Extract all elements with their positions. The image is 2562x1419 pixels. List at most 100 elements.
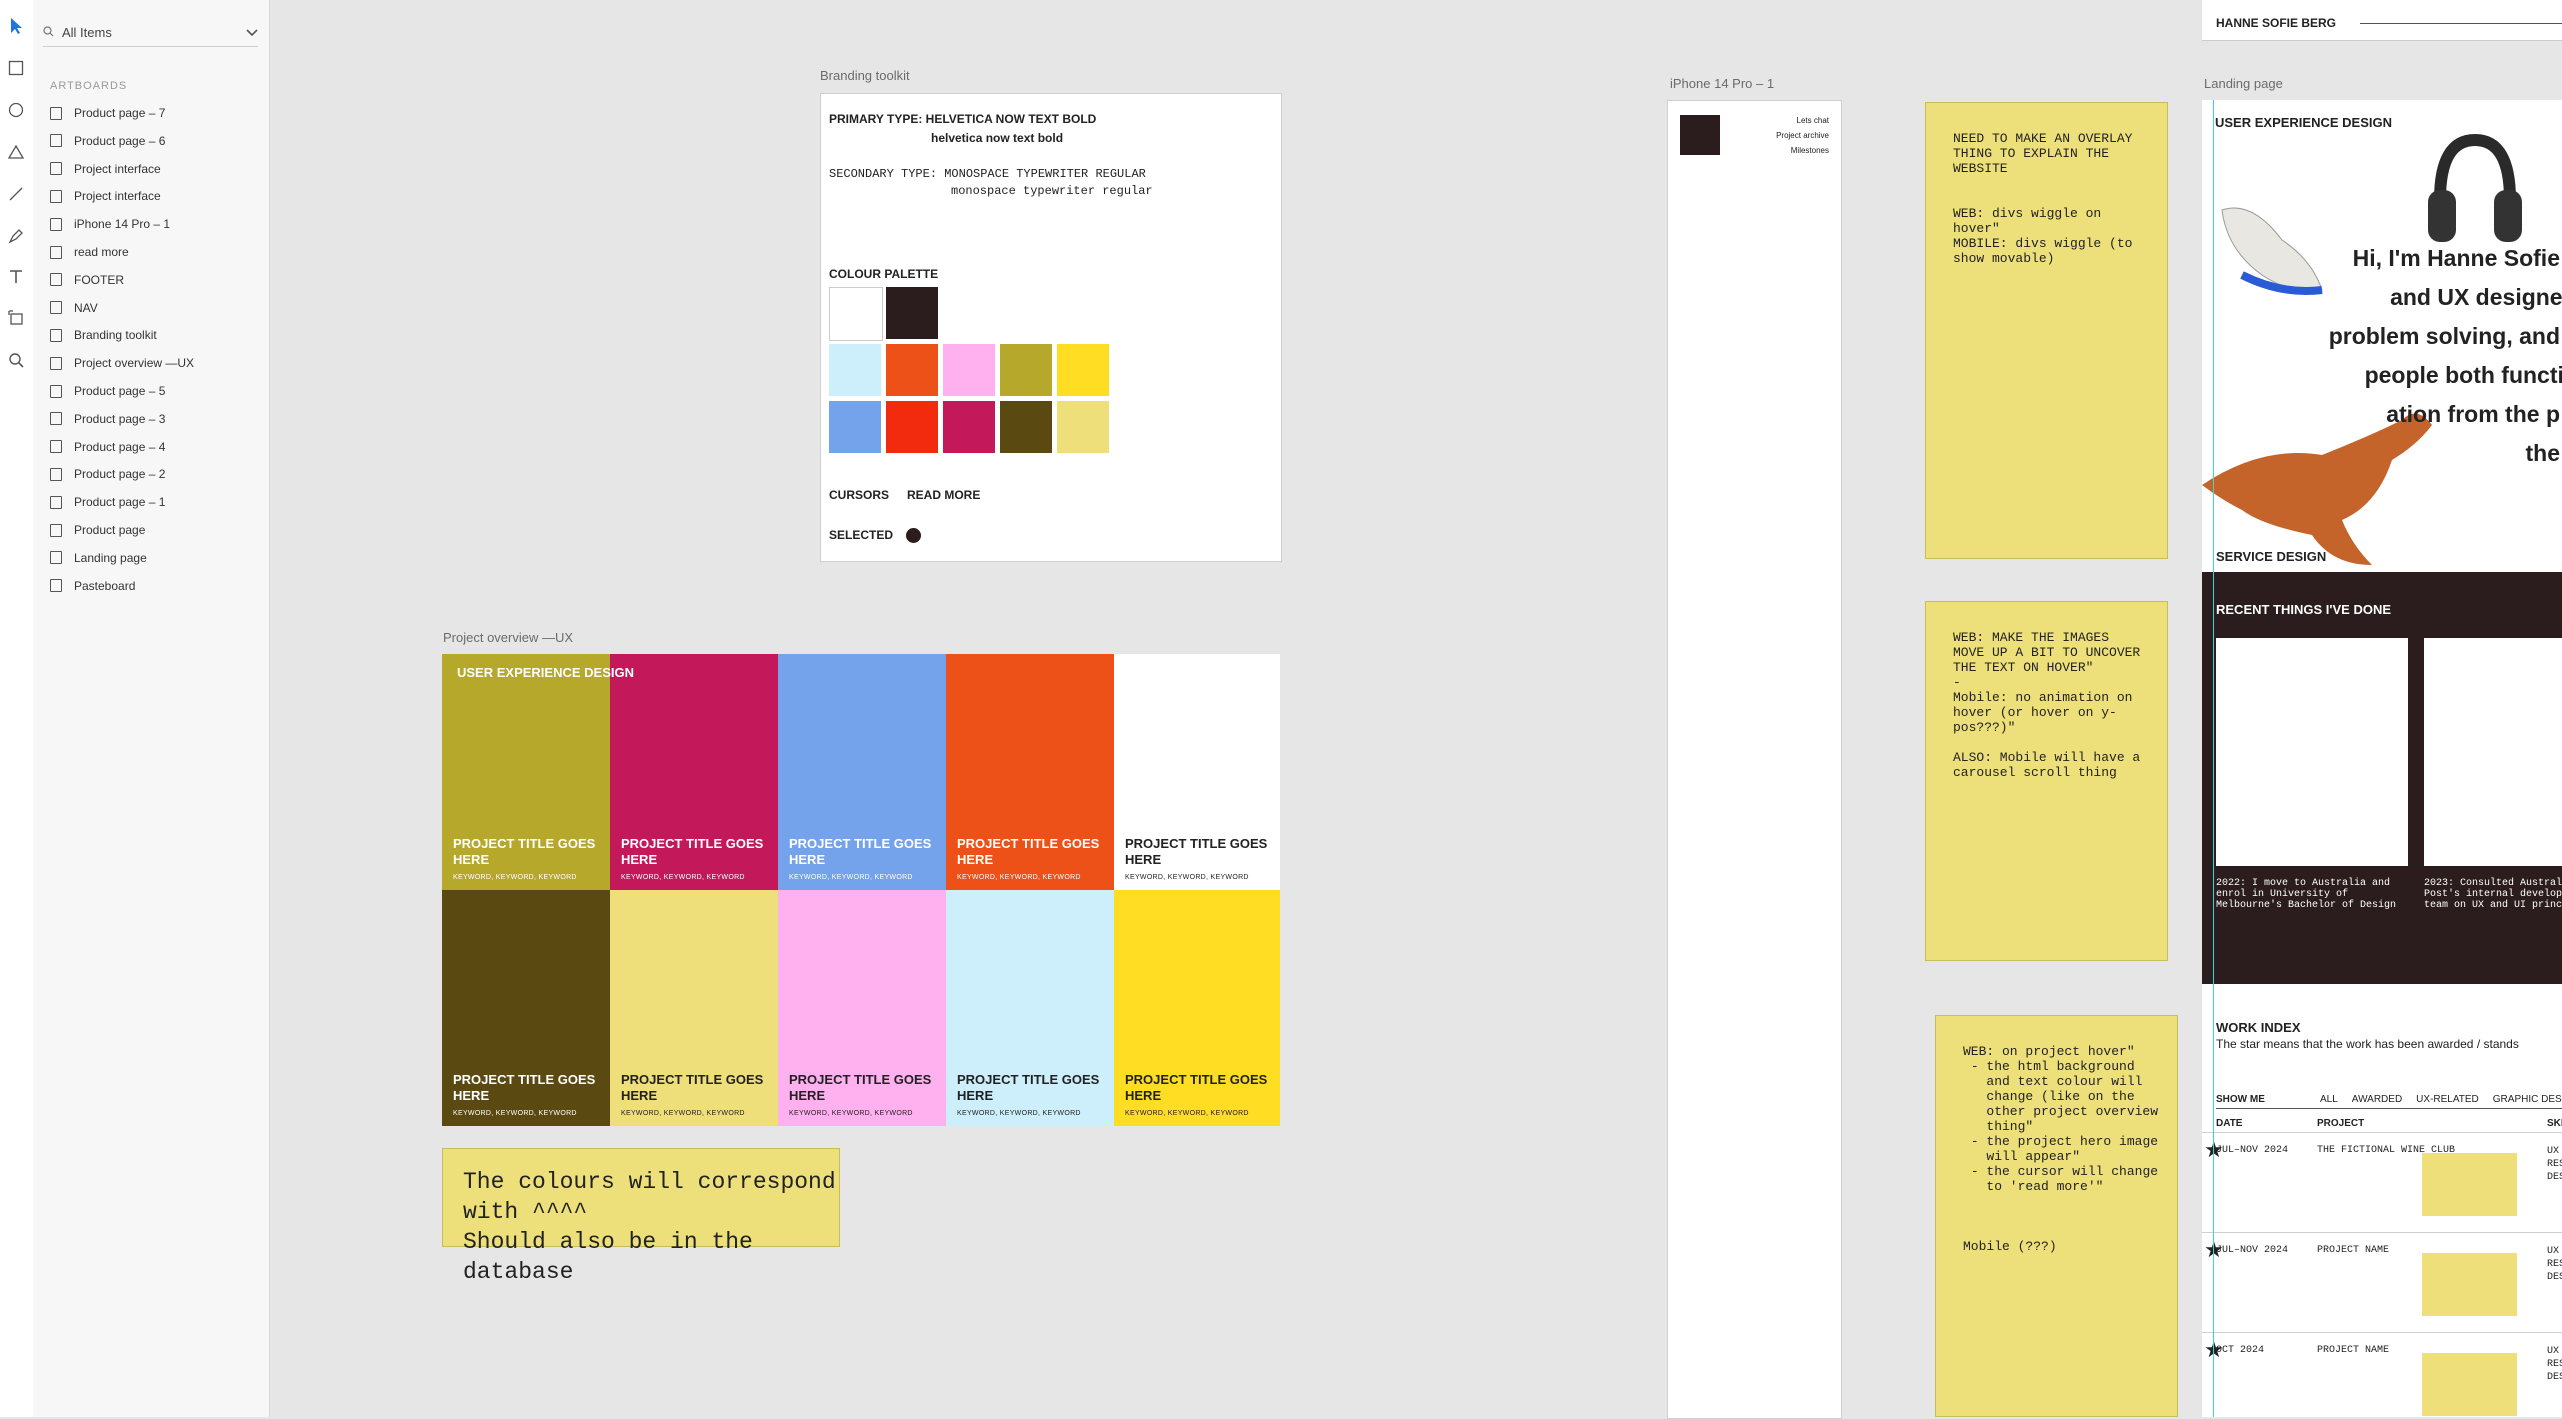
layer-item-label: NAV <box>74 300 98 315</box>
colour-swatch[interactable] <box>829 401 881 453</box>
filter-option[interactable]: GRAPHIC DES <box>2493 1094 2562 1105</box>
artboard-icon <box>50 273 62 287</box>
layer-item[interactable]: Product page <box>50 519 145 541</box>
landing-hero[interactable]: USER EXPERIENCE DESIGN Hi, I'm Hanne Sof… <box>2202 100 2562 572</box>
zoom-icon[interactable] <box>4 348 28 372</box>
project-keywords: KEYWORD, KEYWORD, KEYWORD <box>957 1110 1081 1117</box>
filter-option[interactable]: ALL <box>2320 1094 2338 1105</box>
artboard-icon <box>50 328 62 342</box>
ellipse-icon[interactable] <box>4 98 28 122</box>
search-field[interactable]: All Items <box>43 18 258 47</box>
text-icon[interactable] <box>4 264 28 288</box>
filter-option[interactable]: UX-RELATED <box>2416 1094 2479 1105</box>
project-tile[interactable]: PROJECT TITLE GOES HERE KEYWORD, KEYWORD,… <box>946 890 1114 1126</box>
colour-swatch[interactable] <box>943 401 995 453</box>
chevron-down-icon[interactable] <box>246 25 258 40</box>
triangle-icon[interactable] <box>4 140 28 164</box>
select-icon[interactable] <box>4 14 28 38</box>
layer-item[interactable]: Product page – 5 <box>50 380 165 402</box>
colour-swatch[interactable] <box>829 287 883 341</box>
project-title: PROJECT TITLE GOES HERE <box>1125 836 1268 867</box>
layer-item[interactable]: Product page – 1 <box>50 491 165 513</box>
project-tile[interactable]: PROJECT TITLE GOES HERE KEYWORD, KEYWORD,… <box>442 890 610 1126</box>
artboard-label-iphone[interactable]: iPhone 14 Pro – 1 <box>1670 76 1774 91</box>
recent-item-text: 2023: Consulted Austral Post's internal … <box>2424 878 2562 911</box>
sticky-note-overlay[interactable]: NEED TO MAKE AN OVERLAY THING TO EXPLAIN… <box>1925 102 2168 559</box>
hero-intro-line: Hi, I'm Hanne Sofie <box>2352 245 2560 271</box>
project-keywords: KEYWORD, KEYWORD, KEYWORD <box>789 874 913 881</box>
layer-item[interactable]: NAV <box>50 297 98 319</box>
line-icon[interactable] <box>4 182 28 206</box>
layer-item[interactable]: Branding toolkit <box>50 324 157 346</box>
search-input[interactable]: All Items <box>62 25 246 40</box>
layer-item[interactable]: Landing page <box>50 547 147 569</box>
layer-item-label: FOOTER <box>74 272 124 287</box>
branding-artboard[interactable]: PRIMARY TYPE: HELVETICA NOW TEXT BOLD he… <box>820 93 1282 562</box>
artboard-icon[interactable] <box>4 306 28 330</box>
artboards-heading: ARTBOARDS <box>50 80 128 92</box>
overview-artboard[interactable]: PROJECT TITLE GOES HERE KEYWORD, KEYWORD,… <box>442 654 1280 1126</box>
work-row[interactable]: ★JUL–NOV 2024PROJECT NAMEUX RES DES <box>2202 1232 2562 1329</box>
layer-item[interactable]: Project interface <box>50 185 161 207</box>
layer-item[interactable]: read more <box>50 241 129 263</box>
filter-option[interactable]: AWARDED <box>2352 1094 2402 1105</box>
colour-swatch[interactable] <box>886 344 938 396</box>
artboard-icon <box>50 495 62 509</box>
colour-swatch[interactable] <box>1057 401 1109 453</box>
colour-swatch[interactable] <box>1000 344 1052 396</box>
project-tile[interactable]: PROJECT TITLE GOES HERE KEYWORD, KEYWORD,… <box>610 654 778 890</box>
iphone-nav: Lets chat Project archive Milestones <box>1776 113 1829 158</box>
layer-item-pasteboard[interactable]: Pasteboard <box>50 575 135 597</box>
palette-title: COLOUR PALETTE <box>829 267 939 281</box>
project-tile[interactable]: PROJECT TITLE GOES HERE KEYWORD, KEYWORD,… <box>778 890 946 1126</box>
artboard-label-overview[interactable]: Project overview —UX <box>443 630 573 645</box>
cursors-label: CURSORS <box>829 488 890 502</box>
artboard-label-branding[interactable]: Branding toolkit <box>820 68 910 83</box>
colour-swatch[interactable] <box>886 401 938 453</box>
pen-icon[interactable] <box>4 224 28 248</box>
hero-intro-line: the <box>2525 440 2561 466</box>
project-tile[interactable]: PROJECT TITLE GOES HERE KEYWORD, KEYWORD,… <box>610 890 778 1126</box>
artboard-label-landing[interactable]: Landing page <box>2204 76 2283 91</box>
layer-item[interactable]: Product page – 6 <box>50 130 165 152</box>
work-row[interactable]: ★OCT 2024PROJECT NAMEUX RES DES <box>2202 1332 2562 1417</box>
recent-card-image[interactable] <box>2216 638 2408 866</box>
site-name[interactable]: HANNE SOFIE BERG <box>2216 16 2336 30</box>
project-tile[interactable]: PROJECT TITLE GOES HERE KEYWORD, KEYWORD,… <box>442 654 610 890</box>
layer-item[interactable]: Product page – 2 <box>50 463 165 485</box>
iphone-nav-item[interactable]: Milestones <box>1776 143 1829 158</box>
iphone-nav-item[interactable]: Project archive <box>1776 128 1829 143</box>
layer-item[interactable]: FOOTER <box>50 269 124 291</box>
rectangle-icon[interactable] <box>4 56 28 80</box>
colour-swatch[interactable] <box>886 287 938 339</box>
recent-card-image[interactable] <box>2424 638 2562 866</box>
project-tile[interactable]: PROJECT TITLE GOES HERE KEYWORD, KEYWORD,… <box>1114 654 1280 890</box>
project-keywords: KEYWORD, KEYWORD, KEYWORD <box>621 1110 745 1117</box>
layer-item[interactable]: Product page – 7 <box>50 102 165 124</box>
project-tile[interactable]: PROJECT TITLE GOES HERE KEYWORD, KEYWORD,… <box>946 654 1114 890</box>
layer-item[interactable]: Project overview —UX <box>50 352 194 374</box>
colour-swatch[interactable] <box>829 344 881 396</box>
layer-item[interactable]: iPhone 14 Pro – 1 <box>50 213 170 235</box>
layer-item[interactable]: Product page – 4 <box>50 436 165 458</box>
artboard-icon <box>50 301 62 315</box>
artboard-icon <box>50 189 62 203</box>
colour-swatch[interactable] <box>1000 401 1052 453</box>
iphone-nav-item[interactable]: Lets chat <box>1776 113 1829 128</box>
project-tile[interactable]: PROJECT TITLE GOES HERE KEYWORD, KEYWORD,… <box>778 654 946 890</box>
colour-swatch[interactable] <box>943 344 995 396</box>
guide-line <box>2213 100 2214 1417</box>
layer-item[interactable]: Project interface <box>50 158 161 180</box>
landing-header: HANNE SOFIE BERG <box>2202 0 2562 41</box>
sticky-note-project-hover[interactable]: WEB: on project hover" - the html backgr… <box>1935 1015 2178 1417</box>
filter-rule <box>2216 1108 2562 1109</box>
row-date: JUL–NOV 2024 <box>2216 1245 2289 1256</box>
iphone-artboard[interactable]: Lets chat Project archive Milestones <box>1667 100 1842 1419</box>
pasteboard-icon <box>50 579 62 593</box>
sticky-note-colours[interactable]: The colours will correspond with ^^^^ Sh… <box>442 1148 840 1285</box>
sticky-note-images[interactable]: WEB: MAKE THE IMAGES MOVE UP A BIT TO UN… <box>1925 601 2168 961</box>
layer-item[interactable]: Product page – 3 <box>50 408 165 430</box>
project-tile[interactable]: PROJECT TITLE GOES HERE KEYWORD, KEYWORD,… <box>1114 890 1280 1126</box>
colour-swatch[interactable] <box>1057 344 1109 396</box>
work-row[interactable]: ★JUL–NOV 2024THE FICTIONAL WINE CLUBUX R… <box>2202 1132 2562 1229</box>
